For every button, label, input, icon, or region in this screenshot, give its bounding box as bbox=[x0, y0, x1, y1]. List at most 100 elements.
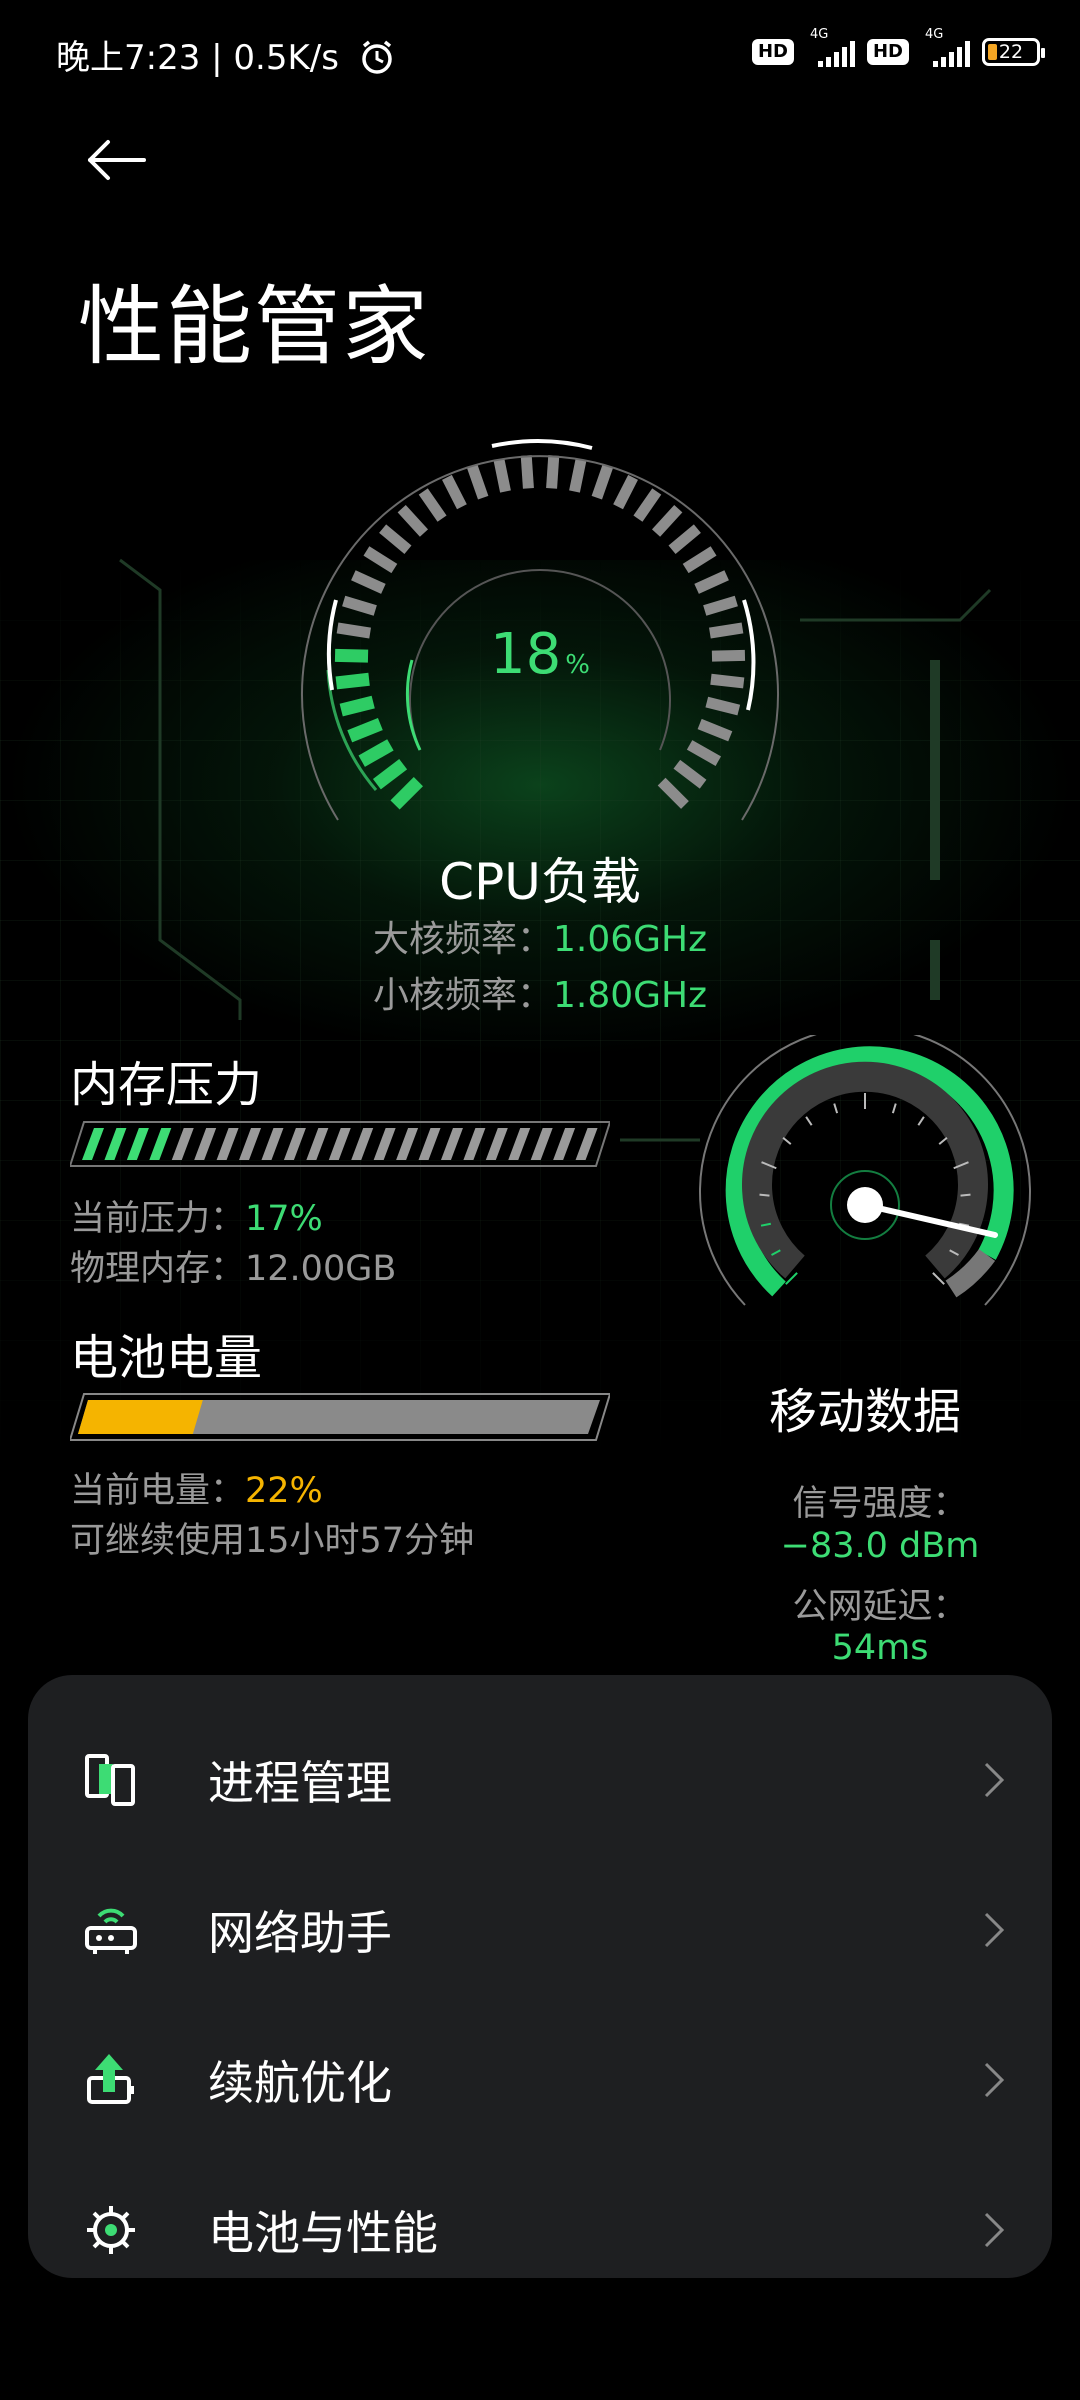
battery-percent: 22 bbox=[998, 41, 1024, 63]
memory-stripe bbox=[194, 1128, 217, 1160]
chevron-right-icon bbox=[984, 1762, 1005, 1798]
tools-menu-card: 进程管理 网络助手 续航优化 电池与性能 bbox=[28, 1675, 1052, 2278]
network-latency-label: 公网延迟： bbox=[792, 1587, 968, 1627]
cpu-tick bbox=[694, 570, 729, 594]
status-time: 晚上7:23 | 0.5K/s bbox=[56, 30, 396, 79]
cpu-tick bbox=[668, 524, 701, 554]
cpu-tick-active bbox=[339, 695, 375, 717]
battery-remaining-time: 可继续使用15小时57分钟 bbox=[70, 1521, 475, 1561]
big-core-value: 1.06GHz bbox=[552, 919, 708, 960]
status-bar: 晚上7:23 | 0.5K/s HD 4G HD 4G 22 bbox=[0, 0, 1080, 104]
cpu-tick bbox=[673, 759, 707, 789]
memory-stripe bbox=[351, 1128, 374, 1160]
menu-item-network-assistant[interactable]: 网络助手 bbox=[28, 1855, 1052, 2005]
memory-stripe bbox=[216, 1128, 239, 1160]
cpu-tick bbox=[705, 696, 741, 716]
network-router-icon bbox=[83, 1902, 139, 1958]
battery-level-bar bbox=[70, 1393, 610, 1441]
memory-pressure-bar bbox=[70, 1121, 610, 1167]
memory-stripe bbox=[306, 1128, 329, 1160]
memory-stripe bbox=[463, 1128, 486, 1160]
menu-item-battery-and-performance[interactable]: 电池与性能 bbox=[28, 2155, 1052, 2305]
cpu-tick bbox=[363, 546, 398, 574]
memory-stripe bbox=[261, 1128, 284, 1160]
memory-stripe bbox=[553, 1128, 576, 1160]
menu-item-label: 电池与性能 bbox=[208, 2206, 438, 2260]
cpu-tick bbox=[657, 777, 689, 809]
memory-pressure-title: 内存压力 bbox=[70, 1057, 263, 1113]
chevron-right-icon bbox=[984, 1912, 1005, 1948]
menu-item-process-manager[interactable]: 进程管理 bbox=[28, 1705, 1052, 1855]
data-gauge-tick bbox=[891, 1103, 897, 1114]
memory-stripe bbox=[239, 1128, 262, 1160]
signal-strength-value: −83.0 dBm bbox=[780, 1526, 980, 1566]
process-manager-icon bbox=[83, 1752, 139, 1808]
cellular-signal-icon: 4G bbox=[806, 27, 855, 67]
network-type: 4G bbox=[925, 27, 944, 42]
cpu-tick bbox=[493, 458, 511, 493]
memory-pressure-stripes bbox=[82, 1128, 598, 1160]
memory-stripe-active bbox=[126, 1128, 149, 1160]
cpu-tick bbox=[467, 464, 489, 500]
status-icons: HD 4G HD 4G 22 bbox=[751, 27, 1045, 74]
battery-bar-fill bbox=[78, 1400, 203, 1434]
memory-pressure-line: 当前压力：17% bbox=[70, 1190, 323, 1241]
cpu-tick bbox=[520, 455, 534, 489]
alarm-clock-icon bbox=[362, 40, 392, 74]
hd-badge: HD bbox=[866, 39, 909, 65]
data-gauge-tick bbox=[782, 1136, 792, 1145]
menu-item-label: 网络助手 bbox=[208, 1906, 392, 1960]
memory-stripe bbox=[373, 1128, 396, 1160]
cpu-tick bbox=[397, 504, 429, 537]
physical-memory-label: 物理内存： bbox=[70, 1249, 246, 1289]
big-core-frequency: 大核频率：1.06GHz bbox=[0, 910, 1080, 962]
small-core-frequency: 小核频率：1.80GHz bbox=[0, 966, 1080, 1018]
memory-stripe bbox=[440, 1128, 463, 1160]
data-gauge-tick bbox=[960, 1193, 971, 1197]
memory-stripe-active bbox=[82, 1128, 104, 1160]
memory-stripe-active bbox=[149, 1128, 172, 1160]
signal-strength-label: 信号强度： bbox=[792, 1484, 968, 1524]
memory-stripe bbox=[575, 1128, 598, 1160]
memory-pressure-value: 17% bbox=[245, 1199, 323, 1239]
menu-item-label: 续航优化 bbox=[208, 2056, 392, 2110]
cpu-load-unit: % bbox=[565, 650, 590, 680]
cpu-tick bbox=[633, 488, 662, 522]
cpu-tick bbox=[342, 595, 377, 616]
back-button[interactable] bbox=[78, 128, 156, 192]
cpu-tick bbox=[591, 464, 613, 500]
memory-stripe bbox=[418, 1128, 441, 1160]
cpu-tick bbox=[697, 718, 733, 742]
physical-memory-value: 12.00GB bbox=[245, 1249, 397, 1289]
memory-stripe bbox=[171, 1128, 194, 1160]
cpu-tick-active bbox=[358, 739, 394, 767]
mobile-data-label: 移动数据 bbox=[768, 1384, 961, 1440]
battery-level-title: 电池电量 bbox=[70, 1330, 263, 1386]
big-core-label: 大核频率： bbox=[372, 919, 553, 960]
battery-level-line: 当前电量：22% bbox=[70, 1462, 323, 1513]
network-type: 4G bbox=[809, 27, 829, 42]
battery-level-value: 22% bbox=[245, 1471, 323, 1511]
cpu-tick bbox=[686, 740, 722, 766]
chevron-right-icon bbox=[984, 2212, 1005, 2248]
memory-stripe bbox=[283, 1128, 306, 1160]
cpu-tick bbox=[682, 546, 717, 574]
cpu-load-value: 18% bbox=[0, 622, 1080, 687]
memory-stripe-active bbox=[104, 1128, 127, 1160]
cpu-load-label: CPU负载 bbox=[439, 853, 641, 911]
cpu-tick bbox=[379, 524, 412, 554]
memory-stripe bbox=[328, 1128, 351, 1160]
data-gauge-tick bbox=[917, 1116, 925, 1126]
cpu-tick bbox=[351, 570, 386, 594]
battery-icon: 22 bbox=[982, 38, 1045, 66]
menu-item-battery-life-optimization[interactable]: 续航优化 bbox=[28, 2005, 1052, 2155]
memory-stripe bbox=[530, 1128, 553, 1160]
cpu-tick bbox=[703, 595, 738, 616]
cpu-tick-active bbox=[390, 777, 423, 810]
chevron-right-icon bbox=[984, 2062, 1005, 2098]
cpu-load-number: 18 bbox=[490, 622, 562, 687]
cpu-tick bbox=[569, 458, 587, 493]
cpu-tick bbox=[651, 504, 683, 537]
menu-item-label: 进程管理 bbox=[208, 1756, 392, 1810]
cpu-tick-active bbox=[347, 718, 383, 743]
